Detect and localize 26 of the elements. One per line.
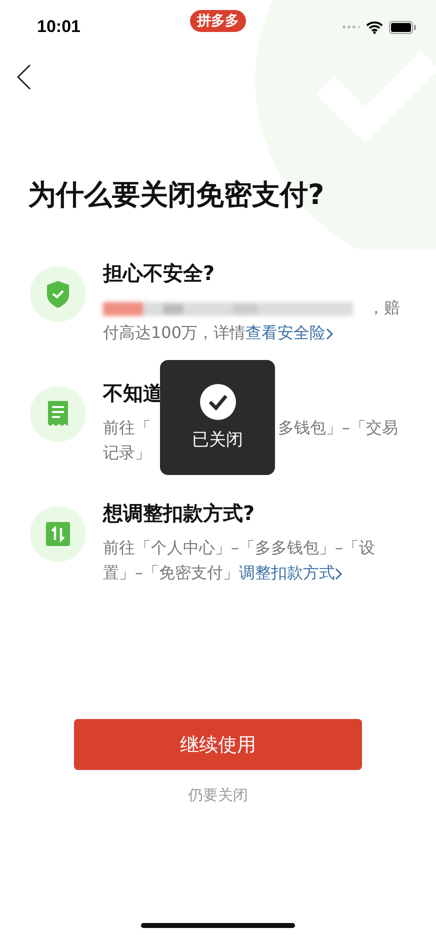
shield-icon <box>30 266 86 322</box>
reason-description: 前往「个人中心」–「多多钱包」–「设置」–「免密支付」调整扣款方式 <box>103 537 376 584</box>
signal-icon <box>342 25 360 29</box>
chevron-icon[interactable] <box>335 568 343 580</box>
battery-icon <box>389 20 416 34</box>
toast-text: 已关闭 <box>192 429 243 451</box>
detail-link[interactable]: 查看安全险 <box>246 323 334 342</box>
detail-link[interactable]: 调整扣款方式 <box>239 563 343 582</box>
reason-heading: 不知道 <box>103 380 163 407</box>
chevron-icon[interactable] <box>326 328 334 340</box>
checkmark-icon <box>200 384 236 420</box>
receipt-icon <box>30 386 86 442</box>
status-time: 10:01 <box>37 17 80 37</box>
description-text: 多钱包」–「交易 <box>278 417 398 439</box>
app-badge: 拼多多 <box>190 10 246 32</box>
description-text: 前往「 <box>103 417 152 439</box>
reason-description: ，赔付高达100万，详情查看安全险 <box>103 297 401 344</box>
transfer-icon <box>30 506 86 562</box>
description-text: 记录」 <box>103 442 151 464</box>
close-anyway-link[interactable]: 仍要关闭 <box>188 786 248 805</box>
reason-heading: 担心不安全? <box>103 260 215 287</box>
continue-button[interactable]: 继续使用 <box>74 719 362 770</box>
back-icon[interactable] <box>16 64 32 90</box>
page-title: 为什么要关闭免密支付? <box>28 177 326 213</box>
wifi-icon <box>366 20 383 34</box>
reason-heading: 想调整扣款方式? <box>103 500 255 527</box>
